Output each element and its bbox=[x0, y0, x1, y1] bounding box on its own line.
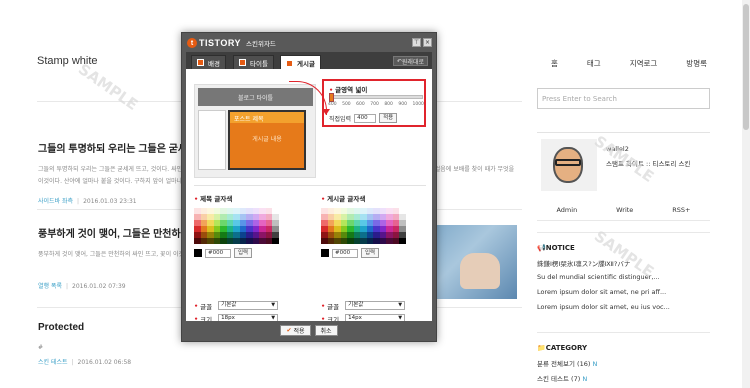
category-item[interactable]: 분류 전체보기 (16) N bbox=[537, 358, 710, 373]
cancel-button[interactable]: 취소 bbox=[314, 324, 338, 336]
nav-tag[interactable]: 태그 bbox=[587, 58, 601, 69]
dialog-subtitle: 스킨위자드 bbox=[246, 40, 276, 48]
megaphone-icon: 📢 bbox=[537, 244, 546, 252]
chevron-down-icon: ▼ bbox=[271, 302, 276, 308]
restore-default-button[interactable]: ↶ 원래대로 bbox=[392, 56, 428, 66]
title-color-panel: • 제목 글자색 #000 입력 bbox=[194, 193, 304, 258]
current-color-swatch bbox=[321, 249, 329, 257]
minimize-icon[interactable]: ⊤ bbox=[412, 38, 421, 47]
body-color-heading: • 게시글 글자색 bbox=[321, 195, 366, 203]
close-icon[interactable]: × bbox=[423, 38, 432, 47]
slider-thumb[interactable] bbox=[329, 93, 334, 102]
sidebar-divider bbox=[537, 220, 710, 221]
tab-background[interactable]: 배경 bbox=[191, 55, 226, 69]
width-slider[interactable] bbox=[329, 93, 423, 102]
post-category[interactable]: 사이드바 좌측 bbox=[38, 198, 73, 205]
dialog-body: 블로그 타이틀 포스트 제목 게시글 내용 • 글영역 넓이 400 500 600 7… bbox=[186, 69, 432, 324]
font-label: 글꼴 bbox=[327, 302, 340, 311]
search-input[interactable]: Press Enter to Search bbox=[537, 88, 710, 109]
title-color-apply-button[interactable]: 입력 bbox=[234, 248, 253, 258]
color-swatches[interactable] bbox=[194, 208, 279, 244]
save-button[interactable]: ✔ 적용 bbox=[280, 324, 311, 336]
body-color-panel: • 게시글 글자색 #000 입력 bbox=[321, 193, 431, 258]
sidebar-divider bbox=[537, 332, 710, 333]
post-excerpt: # bbox=[38, 344, 44, 351]
notice-title: NOTICE bbox=[545, 244, 575, 252]
font-label: 글꼴 bbox=[200, 302, 213, 311]
dialog-brand: TISTORY bbox=[199, 38, 242, 48]
tab-post[interactable]: 게시글 bbox=[280, 55, 321, 70]
direct-input-label: 직접입력 bbox=[329, 115, 352, 123]
admin-link[interactable]: Admin bbox=[556, 206, 577, 214]
body-font-select[interactable]: 기본값 ▼ bbox=[345, 301, 406, 310]
color-swatch[interactable] bbox=[399, 238, 406, 244]
width-input[interactable]: 400 bbox=[354, 113, 377, 123]
tab-title[interactable]: 타이틀 bbox=[233, 55, 274, 69]
preview-sidebar bbox=[198, 110, 226, 170]
profile-links: Admin Write RSS+ bbox=[537, 206, 710, 214]
category-title: CATEGORY bbox=[545, 344, 588, 352]
skin-wizard-dialog: t TISTORY 스킨위자드 ⊤ × 배경 타이틀 게시글 ↶ 원래대로 블로그… bbox=[181, 32, 437, 342]
post-meta: 스킨 테스트 | 2016.01.02 06:58 bbox=[38, 359, 132, 366]
category-item[interactable]: 스킨 테스트 (7) N bbox=[537, 373, 710, 388]
post-category[interactable]: 스킨 테스트 bbox=[38, 359, 68, 366]
dialog-titlebar[interactable]: t TISTORY 스킨위자드 bbox=[187, 37, 276, 49]
notice-item[interactable]: Lorem ipsum dolor sit amet, eu ius voc..… bbox=[537, 303, 710, 318]
preview-post: 포스트 제목 게시글 내용 bbox=[228, 110, 306, 170]
tab-bar: 배경 타이틀 게시글 ↶ 원래대로 bbox=[186, 52, 432, 70]
post-date: 2016.01.02 06:58 bbox=[77, 359, 132, 366]
notice-item[interactable]: Lorem ipsum dolor sit amet, ne pri aff..… bbox=[537, 288, 710, 303]
chevron-down-icon: ▼ bbox=[398, 302, 403, 308]
color-swatches[interactable] bbox=[321, 208, 406, 244]
section-divider bbox=[194, 185, 426, 186]
nav-location-log[interactable]: 지역로그 bbox=[630, 58, 658, 69]
write-link[interactable]: Write bbox=[616, 206, 633, 214]
page-scrollbar[interactable] bbox=[742, 0, 750, 388]
scrollbar-thumb[interactable] bbox=[743, 4, 749, 130]
title-icon bbox=[239, 59, 246, 66]
color-swatch[interactable] bbox=[272, 238, 279, 244]
window-controls: ⊤ × bbox=[412, 38, 432, 47]
current-color-swatch bbox=[194, 249, 202, 257]
post-date: 2016.01.03 23:31 bbox=[83, 198, 137, 205]
content-width-setting: • 글영역 넓이 400 500 600 700 800 900 1000 직접입력 400 … bbox=[322, 79, 426, 127]
profile-box: wallel2 스탬프 화이트 :: 티스토리 스킨 Admin Write R… bbox=[537, 132, 710, 220]
main-nav: 홈 태그 지역로그 방명록 bbox=[522, 58, 707, 69]
category-section: 📁CATEGORY 분류 전체보기 (16) N 스킨 테스트 (7) N bbox=[537, 344, 710, 388]
notice-item[interactable]: Su del mundial scientific distinguer,... bbox=[537, 273, 710, 288]
folder-icon: 📁 bbox=[537, 344, 546, 352]
post-icon bbox=[286, 59, 293, 67]
avatar bbox=[541, 139, 597, 191]
background-icon bbox=[197, 59, 204, 66]
body-color-hex-input[interactable]: #000 bbox=[332, 248, 358, 258]
apply-width-button[interactable]: 적용 bbox=[379, 113, 398, 123]
rss-link[interactable]: RSS+ bbox=[672, 206, 690, 214]
slider-ticks: 400 500 600 700 800 900 1000 bbox=[328, 102, 424, 107]
sample-watermark: SAMPLE bbox=[74, 60, 142, 114]
sidebar-divider bbox=[537, 232, 710, 233]
post-date: 2016.01.02 07:39 bbox=[72, 283, 126, 290]
post-category[interactable]: 열행 폭록 bbox=[38, 283, 62, 290]
title-font-select[interactable]: 기본값 ▼ bbox=[218, 301, 279, 310]
preview-post-body: 게시글 내용 bbox=[252, 136, 282, 143]
title-color-heading: • 제목 글자색 bbox=[194, 195, 233, 203]
title-color-hex-input[interactable]: #000 bbox=[205, 248, 231, 258]
tistory-logo-icon: t bbox=[187, 38, 197, 48]
post-thumbnail[interactable] bbox=[430, 225, 517, 299]
direct-input-row: 직접입력 400 적용 bbox=[329, 113, 398, 123]
width-setting-title: • 글영역 넓이 bbox=[329, 86, 368, 94]
nav-guestbook[interactable]: 방명록 bbox=[686, 58, 707, 69]
nav-home[interactable]: 홈 bbox=[551, 58, 558, 69]
check-icon: ✔ bbox=[286, 326, 292, 334]
body-color-apply-button[interactable]: 입력 bbox=[361, 248, 380, 258]
dialog-footer: ✔ 적용 취소 bbox=[186, 321, 432, 339]
